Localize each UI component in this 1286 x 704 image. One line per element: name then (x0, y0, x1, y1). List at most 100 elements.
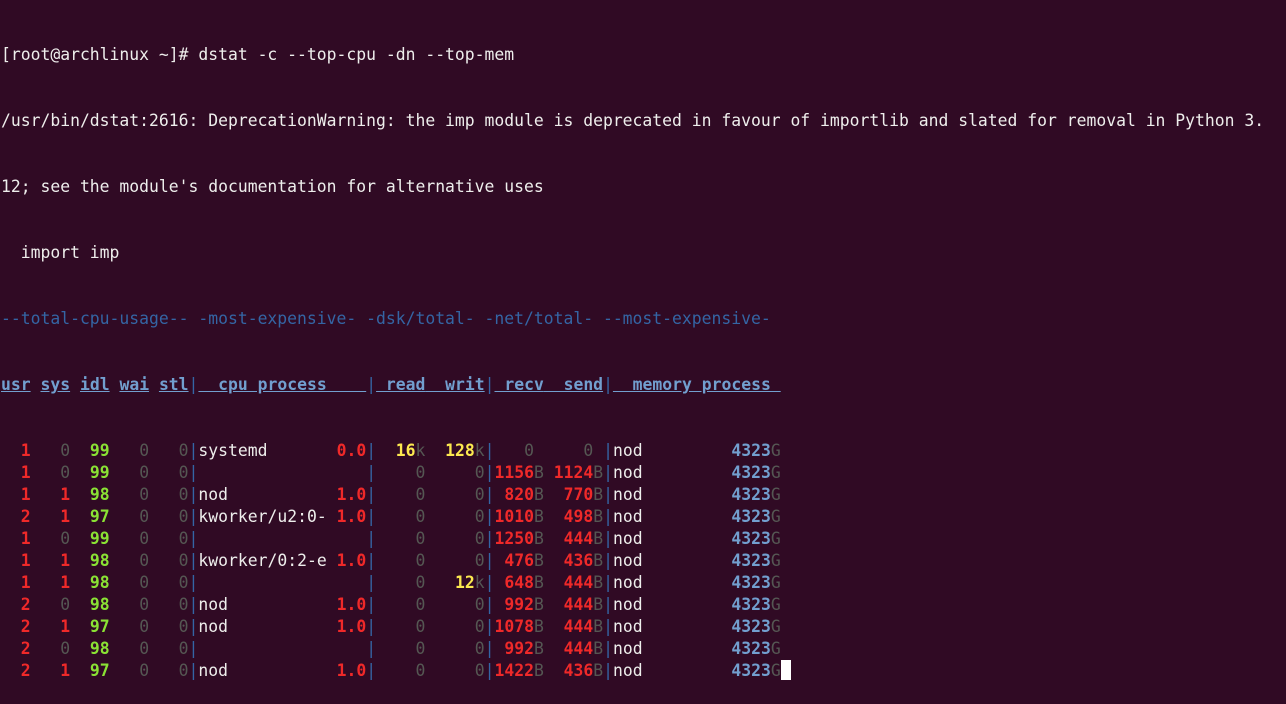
table-row: 2 1 97 0 0|nod 1.0| 0 0|1078B 444B|nod 4… (1, 616, 1286, 638)
cell-writ: 0 (435, 617, 485, 636)
cell-mem-process: nod (612, 573, 732, 592)
cell-mem: 4323 (731, 573, 771, 592)
separator: | (484, 617, 495, 636)
cell-mem-unit: G (770, 529, 781, 548)
cell-recv: 992 (494, 595, 534, 614)
cell-send-unit: B (593, 551, 604, 570)
cell-recv: 1250 (494, 529, 534, 548)
cell-read: 0 (376, 463, 426, 482)
cell-stl: 0 (158, 617, 189, 636)
cell-mem-process: nod (612, 595, 732, 614)
cell-send: 444 (553, 617, 594, 636)
separator: | (603, 639, 613, 658)
cell-idl: 98 (79, 573, 120, 592)
separator: | (366, 529, 377, 548)
separator: | (603, 463, 613, 482)
cell-usr: 1 (1, 573, 41, 592)
cell-idl: 98 (79, 595, 120, 614)
terminal[interactable]: [root@archlinux ~]# dstat -c --top-cpu -… (0, 0, 1286, 704)
separator: | (188, 485, 199, 504)
separator: | (188, 595, 199, 614)
cell-wai: 0 (119, 573, 159, 592)
separator: | (484, 441, 495, 460)
cell-read: 0 (376, 573, 426, 592)
cell-recv-unit: B (533, 639, 544, 658)
cell-sys: 0 (40, 441, 80, 460)
cell-recv: 820 (494, 485, 534, 504)
cell-recv: 1156 (494, 463, 534, 482)
cell-send-unit: B (593, 573, 604, 592)
cell-writ: 128 (435, 441, 475, 460)
cell-cpu-process (198, 639, 366, 658)
col-send: send (543, 375, 604, 394)
cell-writ: 0 (435, 639, 485, 658)
cell-mem-process: nod (612, 485, 732, 504)
separator: | (188, 573, 199, 592)
cell-recv: 992 (494, 639, 534, 658)
cell-send: 444 (553, 573, 594, 592)
cell-cpu-process (198, 573, 366, 592)
cell-mem-process: nod (612, 441, 732, 460)
separator: | (603, 485, 613, 504)
cell-sys: 0 (40, 639, 80, 658)
cell-cpu-process: nod (198, 485, 337, 504)
separator: | (603, 617, 613, 636)
cell-send-unit: B (593, 639, 604, 658)
cell-sys: 1 (40, 661, 80, 680)
separator: | (603, 529, 613, 548)
cell-recv-unit: B (533, 551, 544, 570)
cell-mem-unit: G (770, 441, 781, 460)
cell-usr: 1 (1, 551, 41, 570)
cell-read: 0 (376, 529, 426, 548)
cell-mem-process: nod (612, 639, 732, 658)
cell-stl: 0 (158, 485, 189, 504)
separator: | (366, 441, 377, 460)
warning-line-2: 12; see the module's documentation for a… (1, 177, 544, 196)
cell-wai: 0 (119, 639, 159, 658)
cell-mem-process: nod (612, 661, 732, 680)
separator: | (366, 595, 377, 614)
cell-idl: 99 (79, 463, 120, 482)
table-row: 2 1 97 0 0|kworker/u2:0- 1.0| 0 0|1010B … (1, 506, 1286, 528)
separator: | (366, 463, 377, 482)
cell-read: 0 (376, 595, 426, 614)
cell-mem: 4323 (731, 551, 771, 570)
cell-read: 16 (376, 441, 416, 460)
cell-wai: 0 (119, 551, 159, 570)
cell-recv-unit: B (533, 595, 544, 614)
cell-mem-unit: G (770, 463, 781, 482)
cell-send-unit: B (593, 617, 604, 636)
separator: | (484, 595, 495, 614)
cell-cpu-process: nod (198, 617, 337, 636)
cell-send-unit: B (593, 485, 604, 504)
cell-stl: 0 (158, 441, 189, 460)
table-row: 1 1 98 0 0|kworker/0:2-e 1.0| 0 0| 476B … (1, 550, 1286, 572)
table-row: 2 0 98 0 0| | 0 0| 992B 444B|nod 4323G (1, 638, 1286, 660)
group-header: --total-cpu-usage-- -most-expensive- -ds… (1, 309, 771, 328)
cell-mem-unit: G (770, 485, 781, 504)
cell-wai: 0 (119, 485, 159, 504)
cell-send-unit: B (593, 661, 604, 680)
cell-stl: 0 (158, 595, 189, 614)
col-usr: usr (1, 375, 31, 394)
cell-cpu-process (198, 529, 366, 548)
cell-sys: 1 (40, 551, 80, 570)
cell-mem: 4323 (731, 463, 771, 482)
cell-writ: 0 (435, 529, 485, 548)
col-memory-process: memory process (612, 375, 781, 394)
cell-send: 0 (553, 441, 604, 460)
cell-send: 444 (553, 639, 594, 658)
cell-wai: 0 (119, 595, 159, 614)
